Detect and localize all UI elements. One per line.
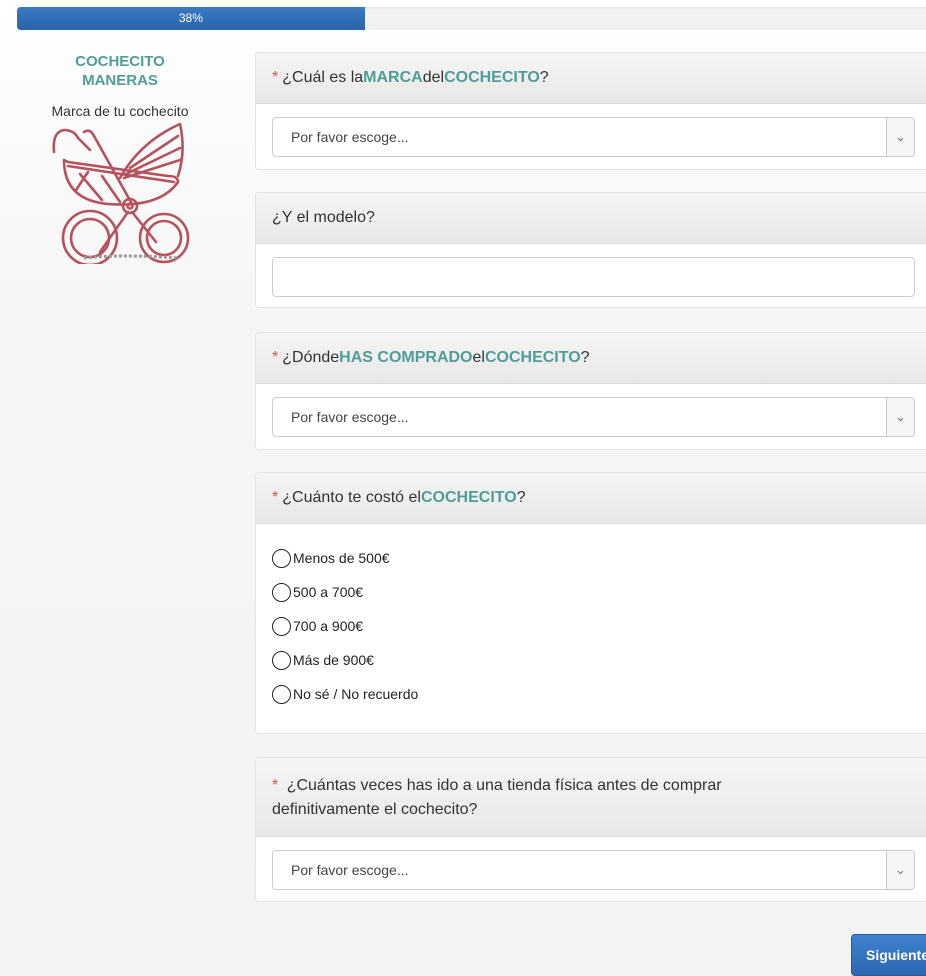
radio-label: 700 a 900€ — [293, 618, 364, 634]
question-text: definitivamente el cochecito? — [272, 801, 478, 818]
highlight-text: COCHECITO — [420, 489, 517, 506]
progress-label: 38% — [178, 11, 203, 25]
radio-button[interactable] — [272, 548, 291, 568]
highlight-text: HAS COMPRADO — [339, 349, 473, 366]
question-model: ¿Y el modelo? — [255, 192, 926, 308]
radio-button[interactable] — [272, 684, 291, 704]
chevron-down-icon[interactable]: ⌄ — [886, 398, 914, 436]
question-text: ¿Cuánto te costó el — [282, 489, 421, 506]
required-marker: * — [272, 777, 279, 794]
question-text: ¿Cuál es la — [282, 69, 364, 86]
chevron-down-icon[interactable]: ⌄ — [886, 118, 914, 156]
progress-fill: 38% — [17, 7, 365, 30]
question-text: del — [422, 69, 445, 86]
radio-option[interactable]: No sé / No recuerdo — [272, 677, 926, 711]
chevron-down-icon[interactable]: ⌄ — [886, 851, 914, 889]
stroller-illustration — [52, 122, 190, 264]
radio-button[interactable] — [272, 582, 291, 602]
radio-label: 500 a 700€ — [293, 584, 364, 600]
brand-select[interactable]: Por favor escoge... ⌄ — [272, 117, 915, 157]
purchase-place-select-value: Por favor escoge... — [291, 409, 409, 425]
store-visits-select-value: Por favor escoge... — [291, 862, 409, 878]
question-store-visits: * ¿Cuántas veces has ido a una tienda fí… — [255, 757, 926, 902]
question-text: ? — [539, 69, 549, 86]
radio-label: No sé / No recuerdo — [293, 686, 419, 702]
highlight-text: COCHECITO — [444, 69, 540, 86]
radio-button[interactable] — [272, 616, 291, 636]
highlight-text: COCHECITO — [484, 349, 581, 366]
radio-label: Más de 900€ — [293, 652, 374, 668]
store-visits-select[interactable]: Por favor escoge... ⌄ — [272, 850, 915, 890]
required-marker: * — [272, 69, 279, 86]
question-price-header: * ¿Cuánto te costó el COCHECITO ? — [256, 473, 926, 524]
radio-button[interactable] — [272, 650, 291, 670]
radio-label: Menos de 500€ — [293, 550, 390, 566]
progress-bar: 38% — [17, 7, 926, 30]
radio-option[interactable]: 700 a 900€ — [272, 609, 926, 643]
radio-option[interactable]: 500 a 700€ — [272, 575, 926, 609]
next-button[interactable]: Siguiente — [851, 934, 926, 976]
question-brand-header: * ¿Cuál es la MARCA del COCHECITO ? — [256, 53, 926, 104]
question-text: ¿Y el modelo? — [272, 209, 375, 226]
question-price: * ¿Cuánto te costó el COCHECITO ? Menos … — [255, 472, 926, 734]
question-model-header: ¿Y el modelo? — [256, 193, 926, 244]
question-text: ? — [580, 349, 590, 366]
required-marker: * — [272, 349, 279, 366]
question-store-visits-header: * ¿Cuántas veces has ido a una tienda fí… — [256, 758, 926, 837]
required-marker: * — [272, 489, 279, 506]
radio-option[interactable]: Más de 900€ — [272, 643, 926, 677]
radio-option[interactable]: Menos de 500€ — [272, 541, 926, 575]
question-text: el — [472, 349, 485, 366]
question-brand: * ¿Cuál es la MARCA del COCHECITO ? Por … — [255, 52, 926, 170]
question-purchase-place-header: * ¿Dónde HAS COMPRADO el COCHECITO ? — [256, 333, 926, 384]
brand-select-value: Por favor escoge... — [291, 129, 409, 145]
question-text: ¿Dónde — [282, 349, 340, 366]
question-text: ? — [516, 489, 526, 506]
purchase-place-select[interactable]: Por favor escoge... ⌄ — [272, 397, 915, 437]
brand-line-1: COCHECITO — [75, 53, 165, 70]
brand-title: COCHECITO MANERAS — [45, 52, 195, 90]
highlight-text: MARCA — [363, 69, 423, 86]
brand-line-2: MANERAS — [82, 72, 158, 89]
question-text: ¿Cuántas veces has ido a una tienda físi… — [286, 777, 722, 794]
model-input[interactable] — [272, 257, 915, 297]
question-purchase-place: * ¿Dónde HAS COMPRADO el COCHECITO ? Por… — [255, 332, 926, 450]
